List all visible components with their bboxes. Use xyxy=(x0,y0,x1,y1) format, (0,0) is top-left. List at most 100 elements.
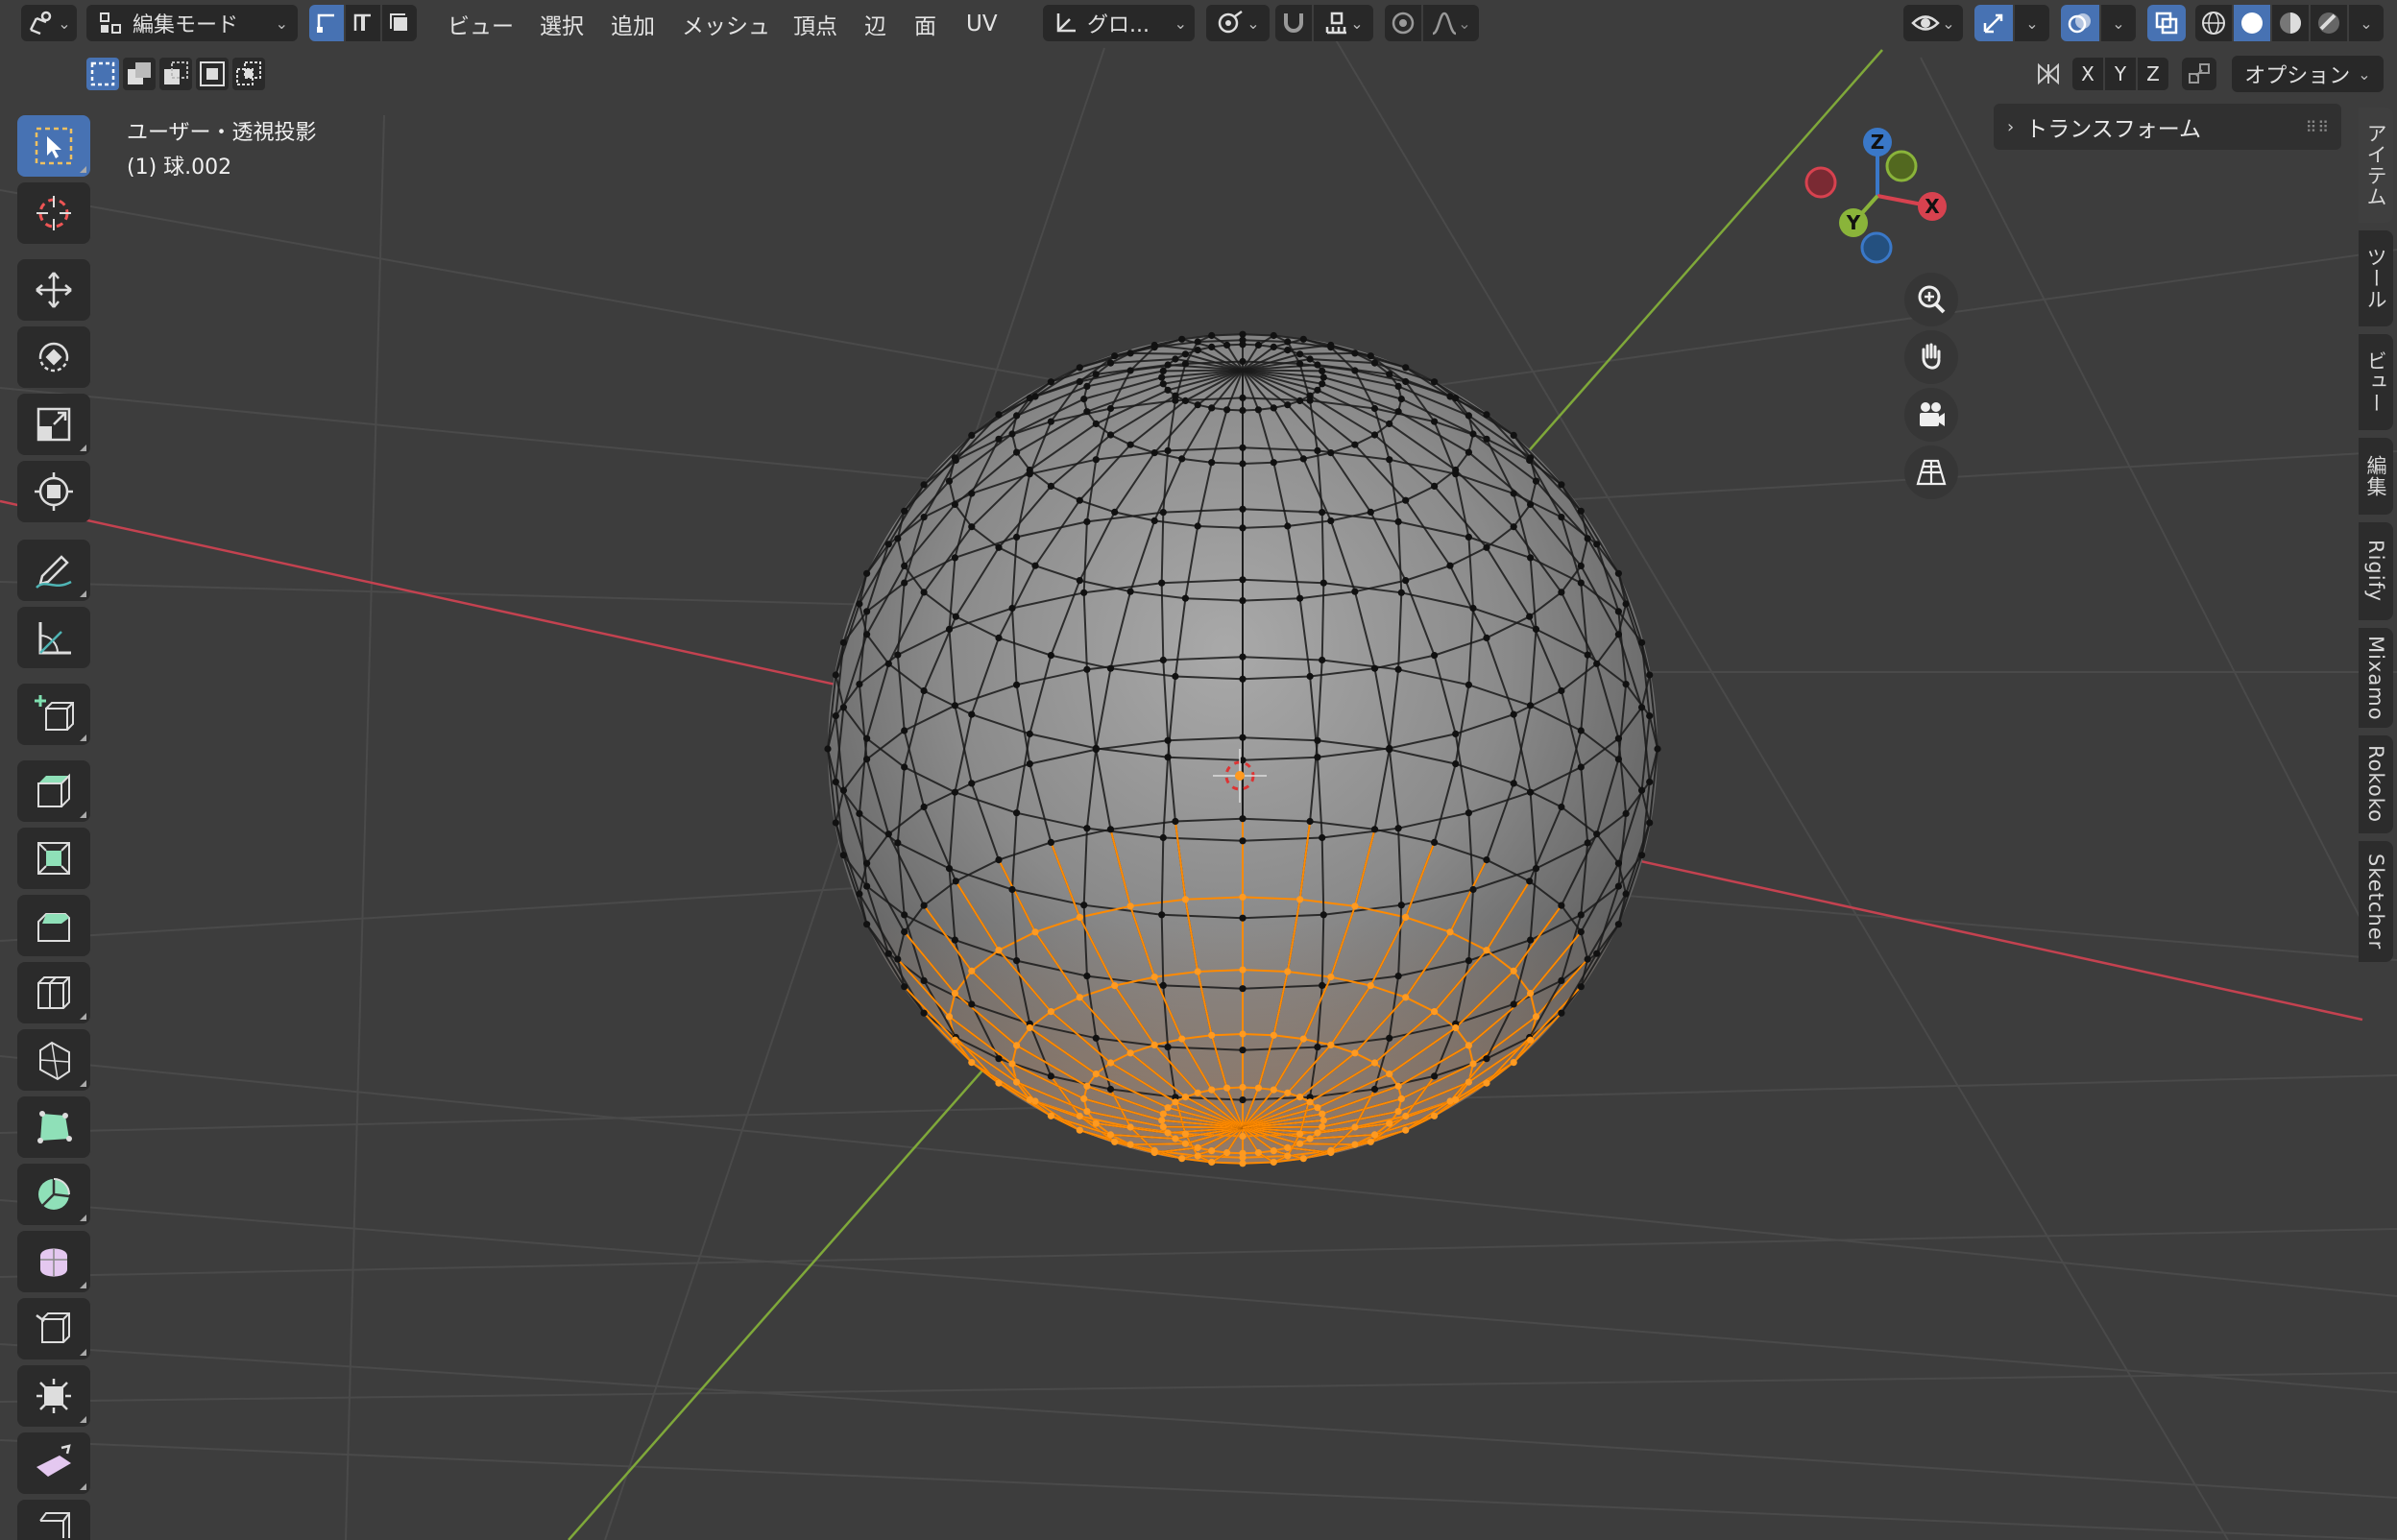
shading-wireframe-button[interactable] xyxy=(2195,5,2232,41)
tab-item[interactable]: アイテム xyxy=(2359,108,2393,223)
menu-vertex[interactable]: 頂点 xyxy=(793,7,837,41)
object-info-label: (1) 球.002 xyxy=(127,156,232,180)
tab-mixamo[interactable]: Mixamo xyxy=(2359,628,2393,728)
shading-material-button[interactable] xyxy=(2272,5,2309,41)
add-cube-icon xyxy=(35,695,74,731)
tab-edit[interactable]: 編集 xyxy=(2359,438,2393,515)
extrude-icon xyxy=(37,773,70,807)
overlays-toggle-button[interactable] xyxy=(2061,5,2099,41)
tab-view[interactable]: ビュー xyxy=(2359,334,2393,430)
tool-loop-cut[interactable] xyxy=(17,962,90,1023)
tool-move[interactable] xyxy=(17,259,90,321)
snap-target-dropdown[interactable]: ⌄ xyxy=(1314,5,1373,41)
tool-cursor[interactable] xyxy=(17,182,90,244)
face-select-mode-button[interactable] xyxy=(382,5,417,41)
tool-inset-faces[interactable] xyxy=(17,828,90,889)
view-name-label: ユーザー・透視投影 xyxy=(127,121,317,145)
tab-sketcher[interactable]: Sketcher xyxy=(2359,841,2393,962)
tool-rotate[interactable] xyxy=(17,326,90,388)
tool-poly-build[interactable] xyxy=(17,1096,90,1158)
select-new-mode-button[interactable] xyxy=(86,58,119,90)
options-dropdown[interactable]: オプション ⌄ xyxy=(2232,56,2384,92)
gizmo-dropdown[interactable]: ⌄ xyxy=(2015,5,2049,41)
menu-add[interactable]: 追加 xyxy=(611,7,655,41)
select-extend-icon xyxy=(128,62,151,84)
toggle-perspective-button[interactable] xyxy=(1904,445,1958,499)
mirror-z-toggle[interactable]: Z xyxy=(2138,58,2168,90)
snap-increment-icon xyxy=(1326,12,1347,35)
tool-smooth[interactable] xyxy=(17,1231,90,1292)
overlays-dropdown[interactable]: ⌄ xyxy=(2101,5,2136,41)
shading-solid-button[interactable] xyxy=(2234,5,2270,41)
3d-viewport[interactable] xyxy=(0,0,2397,1540)
mode-dropdown[interactable]: 編集モード ⌄ xyxy=(86,5,298,41)
select-subtract-mode-button[interactable] xyxy=(159,58,192,90)
falloff-dropdown[interactable]: ⌄ xyxy=(1423,5,1479,41)
menu-edge[interactable]: 辺 xyxy=(864,7,886,41)
inset-icon xyxy=(37,842,70,875)
vertex-select-mode-button[interactable] xyxy=(309,5,344,41)
edge-slide-icon xyxy=(36,1312,70,1343)
orientation-label: グロ... xyxy=(1087,13,1150,37)
menu-view[interactable]: ビュー xyxy=(448,7,514,41)
select-extend-mode-button[interactable] xyxy=(123,58,156,90)
wireframe-sphere-icon xyxy=(2202,12,2225,35)
menu-face[interactable]: 面 xyxy=(914,7,936,41)
select-invert-icon xyxy=(200,61,225,86)
tool-measure[interactable] xyxy=(17,607,90,668)
hand-icon xyxy=(1922,343,1941,370)
mirror-options-icon-button[interactable] xyxy=(2032,56,2065,92)
select-subtract-icon xyxy=(164,61,188,84)
shading-rendered-button[interactable] xyxy=(2311,5,2347,41)
xray-toggle-button[interactable] xyxy=(2147,5,2186,41)
gizmo-z-label: Z xyxy=(1871,131,1885,154)
tab-tool[interactable]: ツール xyxy=(2359,230,2393,326)
tool-bevel[interactable] xyxy=(17,895,90,956)
edge-select-mode-button[interactable] xyxy=(346,5,380,41)
editor-type-button[interactable]: ⌄ xyxy=(21,5,77,41)
shading-dropdown[interactable]: ⌄ xyxy=(2349,5,2384,41)
zoom-button[interactable] xyxy=(1904,273,1958,326)
gizmo-neg-z-handle[interactable] xyxy=(1860,231,1893,264)
camera-view-button[interactable] xyxy=(1904,388,1958,442)
proportional-editing-toggle[interactable] xyxy=(1385,5,1421,41)
tool-edge-slide[interactable] xyxy=(17,1298,90,1360)
select-intersect-mode-button[interactable] xyxy=(232,58,265,90)
topology-mirror-icon xyxy=(2189,63,2210,84)
panel-expand-chevron-icon: › xyxy=(2007,116,2015,137)
drag-grip-icon[interactable]: ⠿⠿ xyxy=(2306,118,2330,136)
tool-shrink-fatten[interactable] xyxy=(17,1365,90,1427)
tool-add-cube[interactable] xyxy=(17,684,90,745)
mirror-x-toggle[interactable]: X xyxy=(2072,58,2103,90)
gizmo-toggle-button[interactable] xyxy=(1974,5,2013,41)
select-invert-mode-button[interactable] xyxy=(196,58,229,90)
transform-orientation-dropdown[interactable]: グロ... ⌄ xyxy=(1043,5,1195,41)
tool-extrude-region[interactable] xyxy=(17,760,90,822)
tool-annotate[interactable] xyxy=(17,540,90,601)
pan-button[interactable] xyxy=(1904,330,1958,384)
menu-uv[interactable]: UV xyxy=(966,7,998,41)
loop-cut-icon xyxy=(37,976,70,1009)
mode-label: 編集モード xyxy=(133,13,239,37)
options-label: オプション xyxy=(2244,64,2351,88)
tab-rokoko[interactable]: Rokoko xyxy=(2359,735,2393,833)
tool-scale[interactable] xyxy=(17,394,90,455)
tool-transform[interactable] xyxy=(17,461,90,522)
tab-rigify[interactable]: Rigify xyxy=(2359,522,2393,620)
visibility-dropdown[interactable]: ⌄ xyxy=(1903,5,1963,41)
mirror-y-toggle[interactable]: Y xyxy=(2105,58,2136,90)
tool-spin[interactable] xyxy=(17,1164,90,1225)
tool-rip-region[interactable] xyxy=(17,1500,90,1540)
snap-toggle-button[interactable] xyxy=(1275,5,1312,41)
navigation-gizmo[interactable]: Z X Y xyxy=(1786,115,1959,278)
tool-select-box[interactable] xyxy=(17,115,90,177)
pivot-point-dropdown[interactable]: ⌄ xyxy=(1206,5,1270,41)
topology-mirror-toggle[interactable] xyxy=(2182,58,2216,90)
tool-knife[interactable] xyxy=(17,1029,90,1091)
transform-panel-header[interactable]: › トランスフォーム ⠿⠿ xyxy=(1994,104,2341,150)
menu-select[interactable]: 選択 xyxy=(540,7,584,41)
menu-mesh[interactable]: メッシュ xyxy=(682,7,770,41)
gizmo-neg-x-handle[interactable] xyxy=(1804,166,1837,199)
tool-shear[interactable] xyxy=(17,1432,90,1494)
gizmo-neg-y-handle[interactable] xyxy=(1885,150,1918,182)
